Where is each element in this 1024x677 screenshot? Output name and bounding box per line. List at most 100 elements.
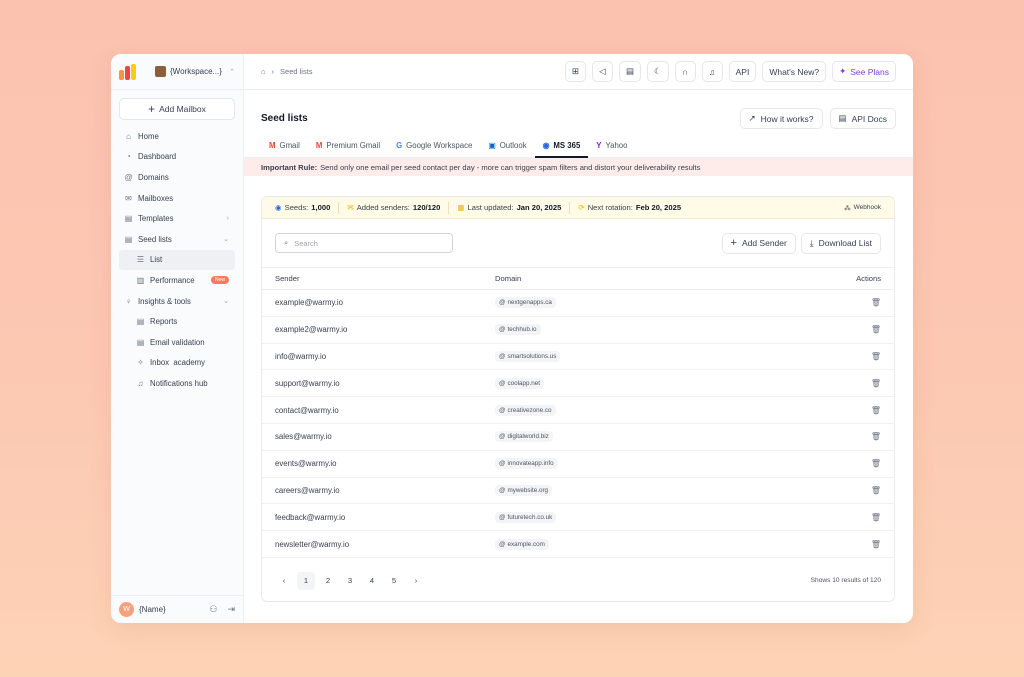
sidebar-item-email-validation[interactable]: ▤ Email validation bbox=[119, 332, 235, 353]
sidebar-item-seed-lists[interactable]: ▤ Seed lists ⌄ bbox=[119, 229, 235, 250]
trash-icon[interactable]: 🗑︎ bbox=[871, 459, 881, 468]
provider-tabs: M Gmail M Premium Gmail G Google Workspace … bbox=[244, 134, 913, 158]
sidebar-item-label: Dashboard bbox=[138, 152, 177, 162]
sidebar-item-home[interactable]: ⌂ Home bbox=[119, 126, 235, 147]
theme-toggle-button[interactable]: ☾ bbox=[646, 61, 669, 82]
sender-email: sales@warmy.io bbox=[262, 423, 483, 451]
plus-icon: + bbox=[730, 237, 737, 249]
user-icon[interactable]: ⚇ bbox=[209, 604, 217, 615]
announcement-button[interactable]: ◁ bbox=[591, 61, 613, 82]
page-button-3[interactable]: 3 bbox=[341, 572, 359, 590]
page-title: Seed lists bbox=[261, 113, 308, 124]
sidebar-item-notifications-hub[interactable]: ♫ Notifications hub bbox=[119, 373, 235, 394]
api-docs-button[interactable]: ▤ API Docs bbox=[829, 108, 896, 129]
next-page-button[interactable]: › bbox=[407, 572, 425, 590]
tab-google-workspace[interactable]: G Google Workspace bbox=[388, 134, 480, 157]
home-icon[interactable]: ⌂ bbox=[261, 67, 266, 76]
download-list-button[interactable]: ⤓ Download List bbox=[800, 232, 881, 254]
domain-name: techhub.io bbox=[507, 326, 537, 334]
sidebar-item-reports[interactable]: ▤ Reports bbox=[119, 311, 235, 332]
tab-label: Gmail bbox=[279, 141, 300, 150]
results-summary: Shows 10 results of 120 bbox=[810, 577, 881, 585]
tab-label: Premium Gmail bbox=[326, 141, 381, 150]
domain-cell: @ example.com bbox=[482, 530, 783, 558]
sidebar-item-label: Seed lists bbox=[138, 234, 172, 244]
sidebar-item-dashboard[interactable]: ◔ Dashboard bbox=[119, 147, 235, 168]
tab-ms-365[interactable]: ◉ MS 365 bbox=[534, 134, 589, 158]
webhook-link[interactable]: ⁂ Webhook bbox=[844, 204, 881, 212]
trash-icon[interactable]: 🗑︎ bbox=[871, 325, 881, 334]
workspace-switcher[interactable]: {Workspace...} ⌃ bbox=[111, 54, 243, 90]
sidebar-item-domains[interactable]: @ Domains bbox=[119, 167, 235, 188]
see-plans-button[interactable]: ✦ See Plans bbox=[832, 61, 896, 82]
at-icon: @ bbox=[124, 172, 133, 182]
table-row: example@warmy.io @ nextgenapps.ca 🗑︎ bbox=[262, 289, 894, 317]
api-button[interactable]: API bbox=[728, 61, 757, 82]
domain-chip: @ mywebsite.org bbox=[495, 484, 553, 496]
tab-yahoo[interactable]: Y Yahoo bbox=[588, 134, 635, 157]
table-row: newsletter@warmy.io @ example.com 🗑︎ bbox=[262, 530, 894, 558]
prev-page-button[interactable]: ‹ bbox=[275, 572, 293, 590]
trash-icon[interactable]: 🗑︎ bbox=[871, 432, 881, 441]
domain-chip: @ nextgenapps.ca bbox=[495, 297, 556, 309]
col-actions: Actions bbox=[782, 267, 894, 290]
col-sender[interactable]: Sender bbox=[262, 267, 483, 290]
page-button-1[interactable]: 1 bbox=[297, 571, 315, 590]
sidebar-item-label: Inbox academy bbox=[150, 358, 206, 368]
page-button-2[interactable]: 2 bbox=[319, 572, 337, 590]
add-mailbox-button[interactable]: + Add Mailbox bbox=[119, 98, 235, 120]
sidebar-item-list[interactable]: ☰ List bbox=[119, 249, 235, 271]
trash-icon[interactable]: 🗑︎ bbox=[871, 513, 881, 522]
trash-icon[interactable]: 🗑︎ bbox=[871, 298, 881, 307]
at-icon: @ bbox=[499, 513, 506, 521]
trash-icon[interactable]: 🗑︎ bbox=[871, 540, 881, 549]
stat-value: 1,000 bbox=[311, 203, 331, 212]
tab-outlook[interactable]: ▣ Outlook bbox=[480, 134, 534, 157]
sidebar-item-performance[interactable]: ▥ Performance New bbox=[119, 270, 235, 291]
sender-email: events@warmy.io bbox=[262, 450, 483, 478]
domain-chip: @ smartsolutions.us bbox=[495, 350, 561, 362]
tab-label: Google Workspace bbox=[406, 141, 473, 150]
workspace-avatar bbox=[155, 66, 166, 77]
domain-name: nextgenapps.ca bbox=[507, 299, 552, 307]
breadcrumb: ⌂ › Seed lists bbox=[261, 67, 313, 76]
sidebar-item-label: Home bbox=[138, 131, 159, 141]
gift-button[interactable]: ⊞ bbox=[564, 61, 586, 82]
page-button-5[interactable]: 5 bbox=[385, 572, 403, 590]
domain-chip: @ innovateapp.info bbox=[495, 458, 558, 470]
add-sender-button[interactable]: + Add Sender bbox=[721, 232, 796, 254]
how-it-works-button[interactable]: ↗ How it works? bbox=[739, 108, 823, 129]
domain-cell: @ digitalworld.biz bbox=[482, 423, 783, 451]
whats-new-button[interactable]: What's New? bbox=[762, 61, 827, 82]
sidebar-item-templates[interactable]: ▤ Templates › bbox=[119, 208, 235, 229]
page-button-4[interactable]: 4 bbox=[363, 572, 381, 590]
actions-cell: 🗑︎ bbox=[782, 423, 894, 451]
sidebar-item-mailboxes[interactable]: ✉ Mailboxes bbox=[119, 188, 235, 209]
avatar[interactable]: W bbox=[119, 602, 134, 617]
trash-icon[interactable]: 🗑︎ bbox=[871, 352, 881, 361]
docs-button[interactable]: ▤ bbox=[618, 61, 641, 82]
domain-cell: @ nextgenapps.ca bbox=[482, 289, 783, 317]
at-icon: @ bbox=[499, 326, 506, 334]
support-button[interactable]: ∩ bbox=[674, 61, 696, 82]
trash-icon[interactable]: 🗑︎ bbox=[871, 379, 881, 388]
google-icon: G bbox=[396, 141, 403, 150]
pagination: ‹ 1 2 3 4 5 › Shows 10 results of 120 bbox=[262, 558, 894, 601]
main-content: ⌂ › Seed lists ⊞ ◁ ▤ ☾ ∩ ♫ API What's Ne… bbox=[244, 54, 913, 623]
tab-label: Yahoo bbox=[605, 141, 628, 150]
search-input[interactable]: ⌕ Search bbox=[275, 233, 453, 253]
page-header: Seed lists ↗ How it works? ▤ API Docs bbox=[244, 90, 913, 134]
tab-gmail[interactable]: M Gmail bbox=[261, 134, 308, 157]
sender-email: newsletter@warmy.io bbox=[262, 530, 483, 558]
bell-icon: ♫ bbox=[708, 66, 716, 77]
logout-icon[interactable]: ⇥ bbox=[227, 604, 235, 615]
stat-updated: ▦ Last updated: Jan 20, 2025 bbox=[457, 203, 561, 212]
sidebar-item-insights-tools[interactable]: ♀ Insights & tools ⌄ bbox=[119, 291, 235, 312]
sender-email: support@warmy.io bbox=[262, 369, 483, 398]
trash-icon[interactable]: 🗑︎ bbox=[871, 406, 881, 415]
sidebar-item-inbox-academy[interactable]: ✧ Inbox academy bbox=[119, 353, 235, 374]
tab-premium-gmail[interactable]: M Premium Gmail bbox=[308, 134, 388, 157]
notifications-button[interactable]: ♫ bbox=[701, 61, 723, 82]
col-domain[interactable]: Domain bbox=[482, 267, 783, 290]
trash-icon[interactable]: 🗑︎ bbox=[871, 486, 881, 495]
